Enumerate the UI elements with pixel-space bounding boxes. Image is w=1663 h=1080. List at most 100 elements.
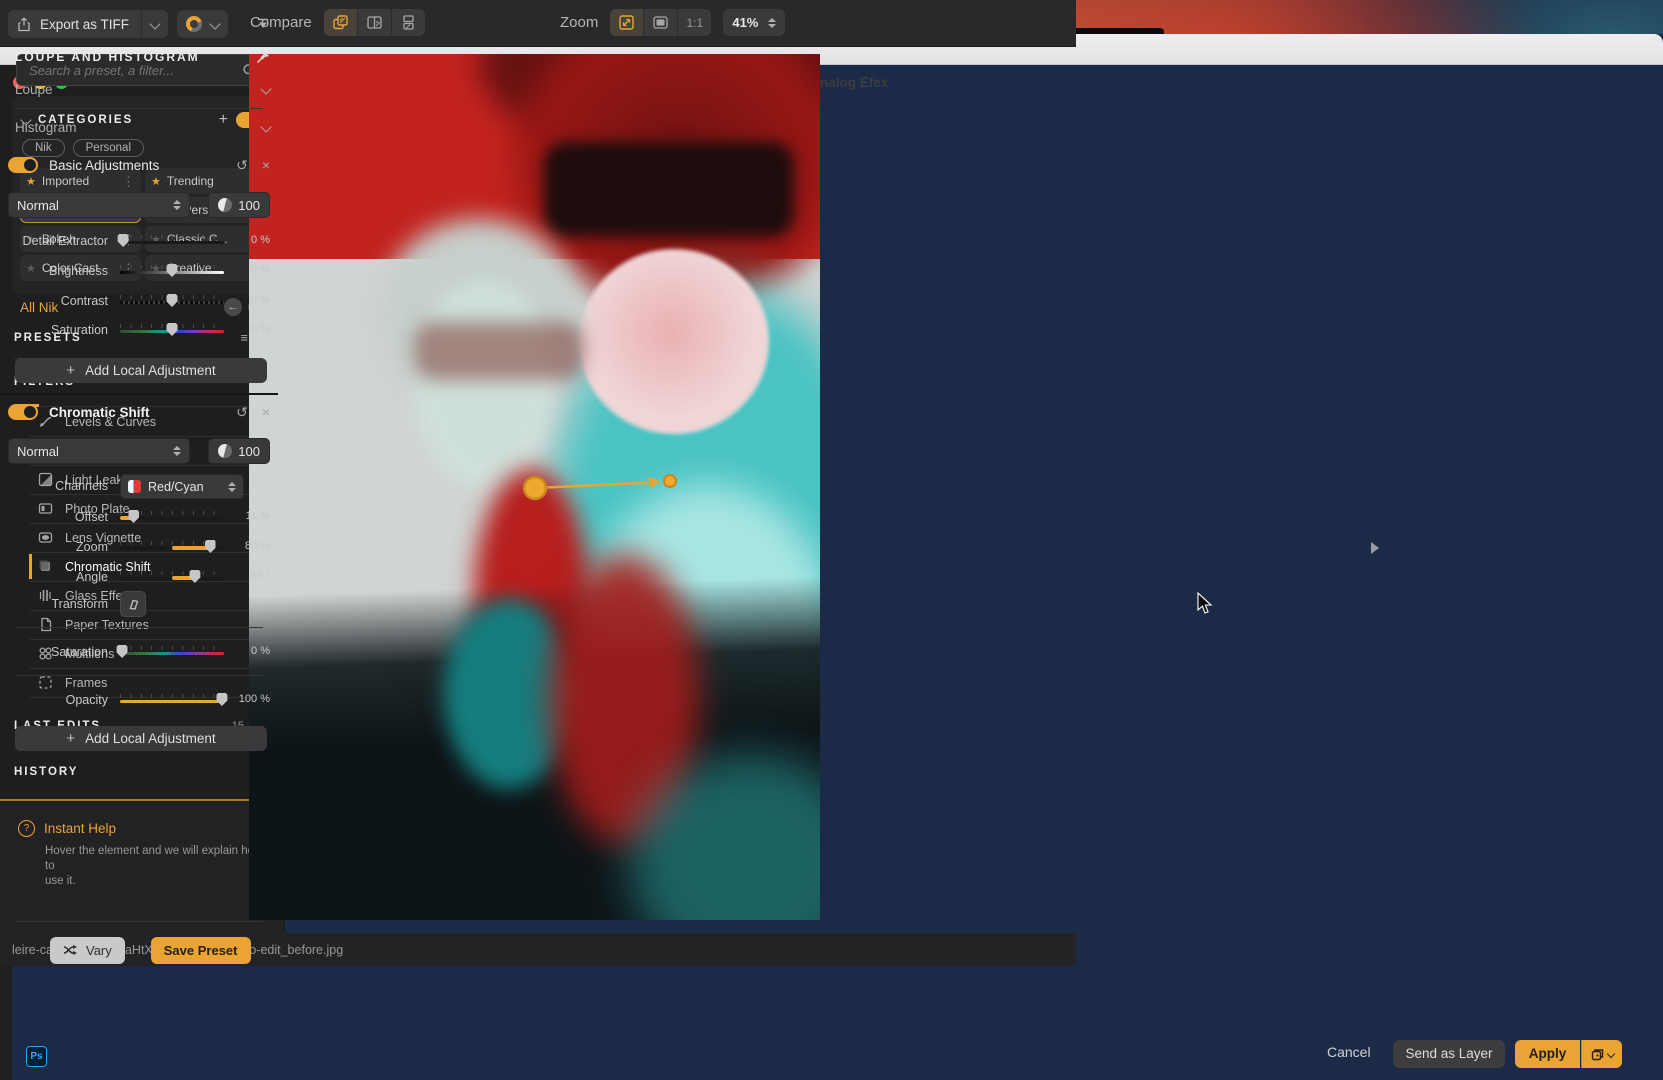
basic-adjustments-toggle[interactable] (8, 157, 38, 173)
loupe-histogram-header: LOUPE AND HISTOGRAM (15, 50, 200, 64)
zoom-fill-button[interactable] (644, 9, 678, 36)
opacity-track[interactable] (120, 700, 224, 703)
stepper-arrows-icon[interactable] (768, 18, 776, 28)
color-wheel-button[interactable] (177, 10, 228, 38)
slider-handle[interactable] (167, 323, 178, 336)
export-button[interactable]: Export as TIFF (8, 10, 168, 38)
cancel-button[interactable]: Cancel (1327, 1044, 1371, 1060)
channels-row: Channels Red/Cyan (8, 474, 270, 499)
slider-zoom: Zoom 80 % (8, 537, 270, 559)
slider-handle[interactable] (128, 510, 139, 523)
angle-track[interactable] (120, 577, 224, 580)
chevron-down-icon (1606, 1050, 1614, 1058)
channels-label: Channels (8, 479, 108, 493)
slider-saturation-basic: Saturation 0 % (8, 320, 270, 342)
slider-angle: Angle 86 ° (8, 567, 270, 589)
zoom-label: Zoom (560, 14, 598, 31)
zoom-fit-button[interactable] (610, 9, 644, 36)
instant-help-title: Instant Help (44, 821, 116, 836)
export-options-chevron[interactable] (142, 15, 168, 33)
frames-icon (38, 675, 53, 690)
histogram-row[interactable]: Histogram (15, 114, 270, 140)
loupe-label: Loupe (15, 82, 53, 97)
compare-split-button[interactable] (358, 9, 392, 36)
collapse-right-panel-icon[interactable] (1371, 542, 1379, 554)
slider-handle[interactable] (167, 264, 178, 277)
loupe-histogram-header-row: LOUPE AND HISTOGRAM (15, 48, 270, 66)
slider-brightness: Brightness 0 % (8, 261, 270, 283)
channels-select[interactable]: Red/Cyan (120, 474, 244, 499)
slider-opacity: Opacity 100 % (8, 690, 270, 712)
transform-icon (127, 598, 140, 611)
chromatic-saturation-track[interactable] (120, 652, 224, 655)
divider (15, 675, 263, 676)
reset-icon[interactable]: ↺ (236, 404, 248, 421)
share-icon (8, 17, 40, 32)
edited-photo[interactable] (249, 54, 820, 920)
apply-button[interactable]: Apply (1515, 1040, 1580, 1068)
vary-button[interactable]: Vary (50, 937, 125, 964)
instant-help-body-1: Hover the element and we will explain ho… (45, 844, 265, 874)
stepper-arrows-icon (173, 200, 181, 210)
slider-handle[interactable] (118, 234, 129, 247)
paper-textures-icon (38, 617, 53, 632)
basic-add-local-adjustment-button[interactable]: + Add Local Adjustment (15, 358, 267, 383)
histogram-label: Histogram (15, 120, 77, 135)
chevron-down-icon (260, 121, 271, 132)
zoom-shift-track[interactable] (120, 547, 224, 550)
slider-offset: Offset 11 % (8, 507, 270, 529)
app-root: Nik 9 Analog Efex A Nik 9 Analog Efex CA… (0, 0, 1663, 1080)
chromatic-shift-header: Chromatic Shift ↺ × (8, 399, 270, 425)
transform-button[interactable] (120, 591, 146, 617)
opacity-icon (218, 444, 232, 458)
stepper-arrows-icon (173, 446, 181, 456)
basic-opacity-chip[interactable]: 100 (208, 192, 270, 218)
send-as-layer-button[interactable]: Send as Layer (1393, 1040, 1505, 1068)
chromatic-opacity-chip[interactable]: 100 (208, 438, 270, 464)
collapse-all-icon[interactable] (256, 18, 270, 30)
slider-handle[interactable] (117, 645, 128, 658)
brightness-track[interactable] (120, 271, 224, 274)
slider-handle[interactable] (205, 540, 216, 553)
slider-handle[interactable] (167, 294, 178, 307)
apply-options-button[interactable] (1581, 1040, 1622, 1068)
section-divider (0, 393, 278, 395)
pin-icon[interactable] (256, 50, 270, 64)
slider-fill (172, 546, 210, 550)
photoshop-badge: Ps (26, 1046, 47, 1067)
layers-plus-icon (1591, 1048, 1604, 1061)
slider-contrast: Contrast 0 % (8, 291, 270, 313)
export-label: Export as TIFF (40, 17, 141, 32)
compare-stacked-button[interactable] (392, 9, 425, 36)
orange-divider (0, 799, 283, 801)
zoom-percent-value: 41% (732, 15, 758, 30)
transform-row: Transform (8, 591, 270, 617)
offset-track[interactable] (120, 517, 224, 520)
photo-bubblegum (579, 249, 769, 434)
basic-adjustments-header: Basic Adjustments ↺ × (8, 152, 270, 178)
chromatic-blend-mode-select[interactable]: Normal (8, 438, 190, 464)
compare-overlay-button[interactable] (324, 9, 358, 36)
save-preset-button[interactable]: Save Preset (151, 937, 251, 964)
compare-mode-group (324, 9, 425, 36)
zoom-percent-stepper[interactable]: 41% (723, 9, 785, 36)
slider-handle[interactable] (189, 570, 200, 583)
saturation-track[interactable] (120, 330, 224, 333)
history-header-row[interactable]: HISTORY (14, 766, 266, 778)
plus-icon: + (66, 730, 75, 747)
remove-filter-icon[interactable]: × (262, 404, 270, 420)
transform-label: Transform (8, 597, 108, 611)
contrast-track[interactable] (120, 301, 224, 304)
basic-blend-mode-select[interactable]: Normal (8, 192, 190, 218)
loupe-row[interactable]: Loupe (15, 76, 270, 102)
chromatic-shift-toggle[interactable] (8, 404, 38, 420)
zoom-1to1-button[interactable]: 1:1 (678, 9, 711, 36)
remove-filter-icon[interactable]: × (262, 157, 270, 173)
divider (15, 921, 263, 922)
basic-adjustments-title: Basic Adjustments (49, 158, 159, 173)
history-header: HISTORY (14, 766, 78, 778)
chromatic-add-local-adjustment-button[interactable]: + Add Local Adjustment (15, 726, 267, 751)
detail-extractor-track[interactable] (120, 241, 224, 244)
reset-icon[interactable]: ↺ (236, 157, 248, 174)
divider (15, 108, 263, 109)
